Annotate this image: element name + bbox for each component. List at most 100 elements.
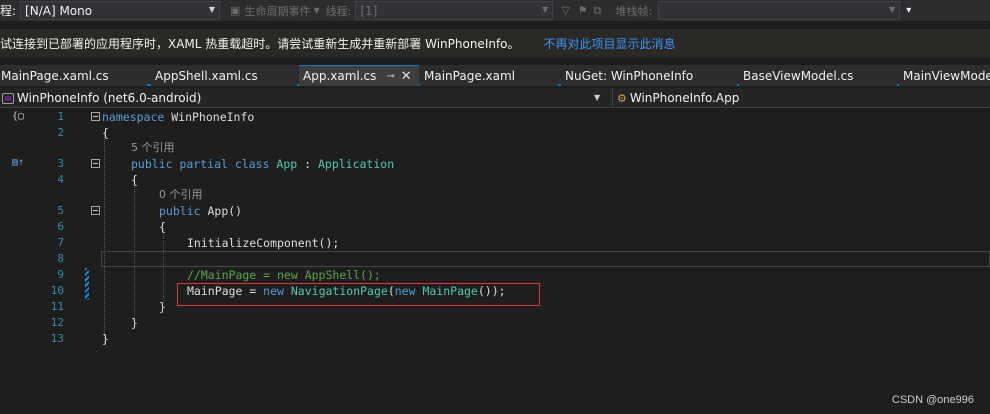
stackframe-label: 堆栈帧: — [615, 4, 653, 18]
code-line: 12 } — [0, 315, 990, 331]
line-number: 3 — [57, 157, 64, 170]
class-name: App — [269, 157, 298, 171]
chevron-down-icon: ▼ — [889, 5, 896, 14]
project-dropdown[interactable]: WinPhoneInfo (net6.0-android) ▼ — [0, 88, 605, 108]
line-number: 7 — [57, 236, 64, 249]
brace: } — [131, 316, 138, 330]
class-icon: ⚙ — [617, 91, 627, 105]
info-bar: 试连接到已部署的应用程序时，XAML 热重载超时。请尝试重新生成并重新部署 Wi… — [0, 29, 990, 58]
threads-icon[interactable]: ⧉ — [594, 4, 602, 18]
brace: } — [159, 300, 166, 314]
chevron-down-icon: ▼ — [594, 93, 601, 102]
brace: { — [131, 173, 138, 187]
tab-label: MainPage.xaml.cs — [1, 68, 109, 83]
process-dropdown[interactable]: [N/A] Mono ▼ — [20, 1, 221, 20]
type-dropdown[interactable]: ⚙ WinPhoneInfo.App — [612, 88, 990, 108]
keyword: new — [394, 284, 416, 298]
tab-appshell-xaml-cs[interactable]: AppShell.xaml.cs — [151, 65, 297, 86]
line-number: 8 — [57, 252, 64, 265]
stackframe-dropdown[interactable]: ▼ — [658, 1, 901, 20]
lifecycle-icon: ▣ — [230, 4, 241, 17]
tab-label: BaseViewModel.cs — [743, 68, 854, 83]
lifecycle-events-dropdown[interactable]: 生命周期事件 ▼ — [244, 3, 319, 19]
lifecycle-label: 生命周期事件 — [244, 4, 311, 18]
navigation-bar: WinPhoneInfo (net6.0-android) ▼ ⚙ WinPho… — [0, 88, 990, 108]
line-number: 12 — [50, 316, 64, 329]
line-number: 1 — [57, 110, 64, 123]
class-name: MainPage — [415, 284, 478, 298]
flag-icon[interactable]: ⚑ — [578, 4, 588, 17]
type-name: WinPhoneInfo.App — [629, 91, 740, 105]
keyword: namespace — [102, 110, 165, 124]
code-line: 3 public partial class App : Application — [0, 156, 990, 172]
chevron-down-icon: ▼ — [208, 5, 216, 14]
line-number: 9 — [57, 268, 64, 281]
line-number: 2 — [57, 126, 64, 139]
code-line: 1 namespace WinPhoneInfo — [0, 109, 990, 125]
dont-show-again-link[interactable]: 不再对此项目显示此消息 — [544, 35, 676, 52]
constructor: App() — [200, 204, 243, 218]
tab-label: MainPage.xaml — [424, 68, 515, 83]
codelens-line: 5 个引用 — [0, 140, 990, 156]
tab-mainpage-xaml[interactable]: MainPage.xaml — [420, 65, 558, 86]
info-message: 试连接到已部署的应用程序时，XAML 热重载超时。请尝试重新生成并重新部署 Wi… — [0, 37, 520, 51]
brace: { — [159, 220, 166, 234]
keyword: new — [263, 284, 284, 298]
line-number: 6 — [57, 220, 64, 233]
debug-toolbar: 程: [N/A] Mono ▼ ▣ 生命周期事件 ▼ 线程: [1] ▼ ▽ ⚑… — [0, 0, 990, 21]
line-number: 11 — [50, 300, 64, 313]
pin-icon[interactable]: ⊸ — [386, 71, 394, 82]
thread-dropdown[interactable]: [1] ▼ — [355, 1, 554, 20]
keyword: public partial class — [131, 157, 270, 171]
watermark: CSDN @one996 — [891, 394, 974, 406]
process-value: [N/A] Mono — [25, 3, 93, 18]
colon: : — [297, 157, 318, 171]
keyword: public — [159, 204, 201, 218]
process-label: 程: — [0, 4, 17, 18]
brace: { — [102, 126, 109, 140]
reference-count-link[interactable]: 5 个引用 — [131, 140, 175, 156]
code-line: 11 } — [0, 299, 990, 315]
code-editor[interactable]: {▢ ▤↑ 1 namespace WinPhoneInfo 2 { 5 个引用… — [0, 108, 990, 414]
line-number: 10 — [50, 284, 64, 297]
class-name: NavigationPage — [283, 284, 388, 298]
tab-baseviewmodel-cs[interactable]: BaseViewModel.cs — [739, 65, 897, 86]
thread-label: 线程: — [325, 4, 352, 18]
code-line: 6 { — [0, 219, 990, 235]
document-tabs: MainPage.xaml.cs AppShell.xaml.cs App.xa… — [0, 65, 990, 86]
fold-toggle[interactable] — [91, 159, 100, 168]
assignment: MainPage = — [187, 284, 264, 298]
project-name: WinPhoneInfo (net6.0-android) — [17, 91, 202, 105]
line-number: 5 — [57, 204, 64, 217]
code-line: 13 } — [0, 331, 990, 347]
tab-label: MainViewModel — [903, 68, 990, 83]
identifier: WinPhoneInfo — [164, 110, 255, 124]
tab-mainviewmodel[interactable]: MainViewModel — [899, 65, 990, 86]
toolbar-overflow-icon[interactable]: ▾ — [906, 5, 911, 16]
code-line: 7 InitializeComponent(); — [0, 235, 990, 251]
chevron-down-icon: ▼ — [313, 6, 320, 15]
filter-icon[interactable]: ▽ — [561, 4, 569, 17]
code-line: 10 MainPage = new NavigationPage(new Mai… — [0, 283, 990, 299]
reference-count-link[interactable]: 0 个引用 — [159, 187, 203, 203]
code-line: 8 — [0, 251, 990, 267]
code-line: 2 { — [0, 125, 990, 141]
close-icon[interactable]: ✕ — [401, 69, 412, 84]
fold-toggle[interactable] — [91, 112, 100, 121]
statement: InitializeComponent(); — [187, 236, 340, 250]
csharp-project-icon — [2, 92, 14, 104]
tab-app-xaml-cs[interactable]: App.xaml.cs ⊸ ✕ — [299, 65, 419, 86]
codelens-line: 0 个引用 — [0, 187, 990, 203]
tab-mainpage-xaml-cs[interactable]: MainPage.xaml.cs — [0, 65, 147, 86]
tab-label: App.xaml.cs — [303, 69, 377, 83]
thread-value: [1] — [360, 3, 378, 18]
tab-label: AppShell.xaml.cs — [155, 68, 258, 83]
fold-toggle[interactable] — [91, 206, 100, 215]
line-number: 13 — [50, 332, 64, 345]
chevron-down-icon: ▼ — [542, 5, 549, 14]
comment: //MainPage = new AppShell(); — [187, 268, 381, 282]
paren: ()); — [477, 284, 506, 298]
line-number: 4 — [57, 173, 64, 186]
tab-nuget[interactable]: NuGet: WinPhoneInfo — [561, 65, 737, 86]
code-line: 9 //MainPage = new AppShell(); — [0, 267, 990, 283]
